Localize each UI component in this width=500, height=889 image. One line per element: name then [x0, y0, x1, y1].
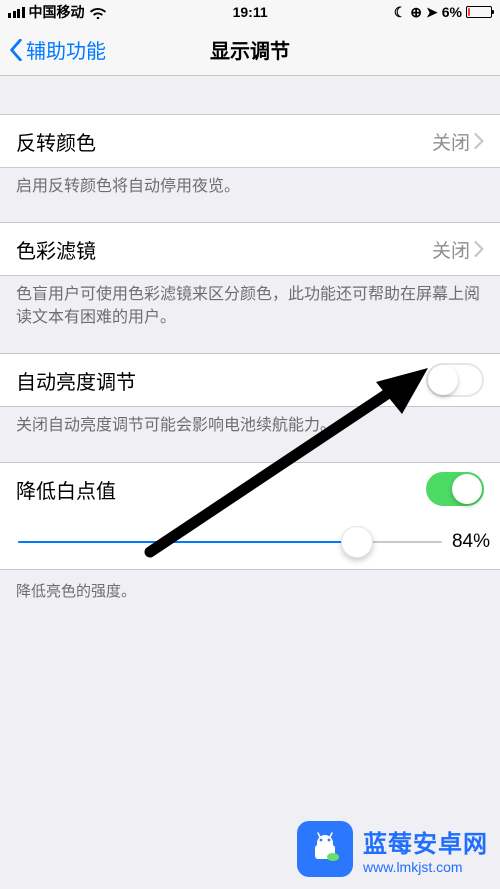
chevron-right-icon	[474, 241, 484, 257]
lock-rotation-icon: ⊕	[410, 4, 422, 21]
white-point-value: 84%	[452, 531, 490, 553]
autobrightness-label: 自动亮度调节	[16, 366, 426, 395]
status-time: 19:11	[233, 4, 268, 20]
whitepoint-footer: 降低亮色的强度。	[0, 570, 500, 601]
location-icon: ➤	[426, 4, 438, 21]
colorfilters-label: 色彩滤镜	[16, 235, 432, 264]
watermark-text: 蓝莓安卓网 www.lmkjst.com	[363, 824, 488, 875]
white-point-slider-row: 84%	[0, 516, 500, 570]
back-button[interactable]: 辅助功能	[0, 35, 106, 64]
row-reduce-white-point: 降低白点值	[0, 462, 500, 516]
row-auto-brightness: 自动亮度调节	[0, 353, 500, 407]
watermark: 蓝莓安卓网 www.lmkjst.com	[297, 821, 488, 877]
chevron-left-icon	[8, 39, 24, 61]
watermark-name: 蓝莓安卓网	[363, 824, 488, 859]
row-invert-colors[interactable]: 反转颜色 关闭	[0, 114, 500, 168]
invert-footer: 启用反转颜色将自动停用夜览。	[0, 168, 500, 198]
row-color-filters[interactable]: 色彩滤镜 关闭	[0, 222, 500, 276]
wifi-icon	[89, 5, 107, 19]
white-point-slider[interactable]	[18, 527, 442, 557]
moon-icon: ☾	[394, 4, 407, 21]
colorfilters-value: 关闭	[432, 236, 484, 263]
status-left: 中国移动	[8, 2, 107, 22]
invert-label: 反转颜色	[16, 127, 432, 156]
back-label: 辅助功能	[26, 35, 106, 64]
chevron-right-icon	[474, 133, 484, 149]
status-bar: 中国移动 19:11 ☾ ⊕ ➤ 6%	[0, 0, 500, 24]
battery-icon	[466, 6, 492, 18]
auto-brightness-toggle[interactable]	[426, 363, 484, 397]
status-right: ☾ ⊕ ➤ 6%	[394, 4, 492, 21]
watermark-url: www.lmkjst.com	[363, 859, 463, 875]
colorfilters-footer: 色盲用户可使用色彩滤镜来区分颜色，此功能还可帮助在屏幕上阅读文本有困难的用户。	[0, 276, 500, 329]
invert-value: 关闭	[432, 128, 484, 155]
signal-icon	[8, 7, 25, 18]
white-point-toggle[interactable]	[426, 472, 484, 506]
nav-bar: 辅助功能 显示调节	[0, 24, 500, 76]
autobrightness-footer: 关闭自动亮度调节可能会影响电池续航能力。	[0, 407, 500, 437]
watermark-logo-icon	[297, 821, 353, 877]
battery-pct: 6%	[442, 4, 462, 20]
whitepoint-label: 降低白点值	[16, 475, 426, 504]
carrier-label: 中国移动	[29, 2, 85, 22]
